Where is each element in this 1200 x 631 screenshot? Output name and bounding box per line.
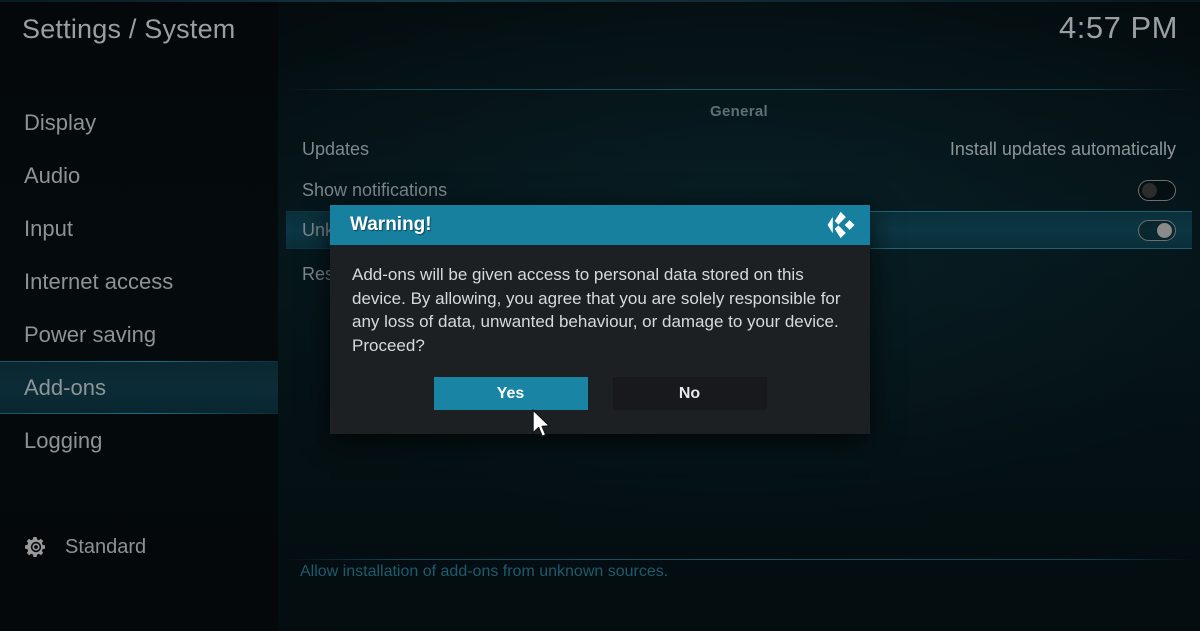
dialog-title: Warning! <box>350 214 432 235</box>
content-top-divider <box>286 89 1192 90</box>
sidebar-item-add-ons[interactable]: Add-ons <box>0 361 278 414</box>
dialog-button-row: Yes No <box>352 357 848 434</box>
section-title-general: General <box>710 103 768 120</box>
settings-category-sidebar: Display Audio Input Internet access Powe… <box>0 96 278 467</box>
sidebar-item-audio[interactable]: Audio <box>0 149 278 202</box>
top-edge-highlight <box>0 0 1200 2</box>
sidebar-item-label: Logging <box>24 427 103 453</box>
setting-row-show-notifications[interactable]: Show notifications <box>286 171 1192 209</box>
sidebar-item-internet-access[interactable]: Internet access <box>0 255 278 308</box>
setting-label: Updates <box>302 138 370 159</box>
settings-level-label: Standard <box>65 535 147 558</box>
warning-dialog: Warning! Add-ons will be given access to… <box>330 205 870 434</box>
toggle-knob <box>1157 222 1172 238</box>
sidebar-item-display[interactable]: Display <box>0 96 278 149</box>
no-button[interactable]: No <box>612 377 767 410</box>
dialog-header: Warning! <box>330 205 870 245</box>
sidebar-item-power-saving[interactable]: Power saving <box>0 308 278 361</box>
unknown-sources-toggle[interactable] <box>1138 219 1176 241</box>
content-bottom-divider <box>286 559 1192 560</box>
sidebar-item-label: Power saving <box>24 321 157 347</box>
sidebar-item-label: Audio <box>24 162 81 188</box>
sidebar-item-label: Add-ons <box>24 374 106 400</box>
kodi-logo-icon <box>827 211 855 239</box>
setting-row-updates[interactable]: Updates Install updates automatically <box>286 130 1192 168</box>
gear-icon <box>25 537 45 557</box>
kodi-settings-screen: Settings / System 4:57 PM Display Audio … <box>0 0 1200 631</box>
clock: 4:57 PM <box>1059 10 1178 45</box>
sidebar-item-label: Internet access <box>24 268 174 294</box>
show-notifications-toggle[interactable] <box>1138 179 1176 201</box>
sidebar-item-logging[interactable]: Logging <box>0 414 278 467</box>
sidebar-item-label: Display <box>24 109 97 135</box>
page-title: Settings / System <box>22 14 236 44</box>
setting-help-text: Allow installation of add-ons from unkno… <box>300 563 669 580</box>
setting-label: Show notifications <box>302 179 448 200</box>
dialog-message: Add-ons will be given access to personal… <box>352 265 841 355</box>
sidebar-item-label: Input <box>24 215 73 241</box>
settings-level-selector[interactable]: Standard <box>0 525 278 569</box>
dialog-body: Add-ons will be given access to personal… <box>330 245 870 434</box>
toggle-knob <box>1142 182 1157 198</box>
setting-value-updates: Install updates automatically <box>949 138 1176 159</box>
yes-button[interactable]: Yes <box>433 377 588 410</box>
sidebar-item-input[interactable]: Input <box>0 202 278 255</box>
